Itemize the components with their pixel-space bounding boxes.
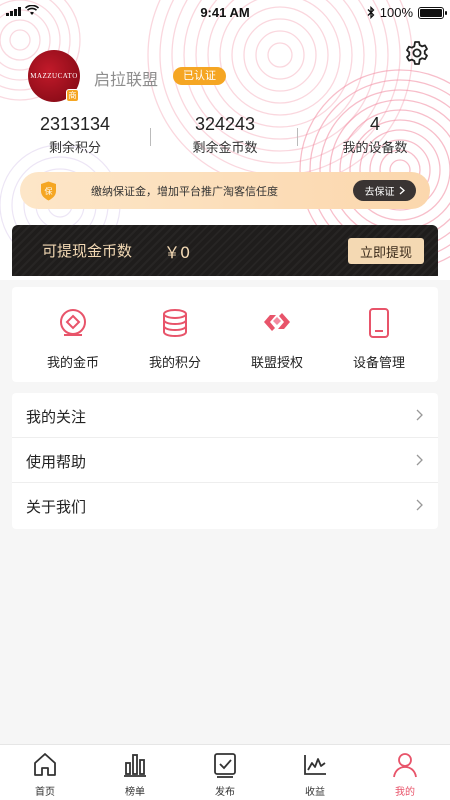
shield-icon-text: 保 — [45, 186, 53, 196]
menu-item-help[interactable]: 使用帮助 — [12, 438, 438, 483]
action-label: 我的积分 — [148, 356, 201, 371]
tab-label: 榜单 — [125, 787, 145, 798]
battery-percent: 100% — [379, 5, 413, 20]
chart-icon — [124, 754, 146, 777]
stat-value: 4 — [369, 114, 380, 134]
action-label: 设备管理 — [352, 356, 405, 371]
bluetooth-icon — [367, 6, 375, 19]
alliance-icon — [264, 313, 290, 331]
settings-gear-icon[interactable] — [404, 40, 430, 66]
menu-item-label: 我的关注 — [26, 408, 87, 426]
withdraw-label: 可提现金币数 — [42, 242, 133, 260]
chevron-right-icon — [416, 499, 423, 511]
go-deposit-button[interactable]: 去保证 — [353, 180, 416, 201]
battery-icon — [418, 6, 447, 19]
stat-label: 剩余金币数 — [192, 141, 258, 156]
go-deposit-label: 去保证 — [364, 187, 395, 198]
tab-ranking[interactable]: 榜单 — [90, 745, 180, 800]
status-bar: 9:41 AM 100% — [0, 0, 450, 26]
menu-item-label: 关于我们 — [26, 498, 87, 516]
profile-name: 启拉联盟 — [94, 70, 159, 89]
action-my-points[interactable]: 我的积分 — [124, 287, 226, 382]
stat-devices[interactable]: 4 我的设备数 — [300, 114, 450, 158]
phone-icon — [369, 308, 389, 338]
menu-item-label: 使用帮助 — [26, 453, 87, 471]
stat-label: 我的设备数 — [342, 141, 408, 156]
tab-label: 首页 — [35, 787, 55, 798]
tab-income[interactable]: 收益 — [270, 745, 360, 800]
action-alliance-auth[interactable]: 联盟授权 — [226, 287, 328, 382]
tab-home[interactable]: 首页 — [0, 745, 90, 800]
action-label: 我的金币 — [46, 356, 99, 371]
withdraw-amount: ￥0 — [164, 243, 191, 262]
withdraw-button[interactable]: 立即提现 — [348, 238, 424, 264]
stat-divider — [150, 128, 151, 146]
tab-label: 收益 — [305, 787, 325, 798]
menu-item-my-follow[interactable]: 我的关注 — [12, 393, 438, 438]
stat-value: 324243 — [194, 114, 256, 134]
withdraw-bar: 可提现金币数 ￥0 立即提现 — [12, 225, 438, 276]
tab-mine[interactable]: 我的 — [360, 745, 450, 800]
action-my-coins[interactable]: 我的金币 — [22, 287, 124, 382]
bottom-tab-bar: 首页 榜单 发布 收益 我的 — [0, 744, 450, 800]
tab-label: 我的 — [395, 787, 415, 798]
chevron-right-icon — [416, 409, 423, 421]
home-icon — [34, 753, 56, 776]
income-icon — [304, 755, 326, 775]
deposit-text: 缴纳保证金，增加平台推广淘客信任度 — [91, 185, 278, 198]
action-device-manage[interactable]: 设备管理 — [328, 287, 430, 382]
coin-icon — [60, 309, 86, 336]
quick-actions: 我的金币 我的积分 联盟授权 设备管理 — [12, 287, 438, 382]
avatar-logo-text: MAZZUCATO — [30, 72, 78, 80]
chevron-right-icon — [399, 186, 405, 195]
menu-item-about[interactable]: 关于我们 — [12, 483, 438, 528]
stats-row: 2313134 剩余积分 324243 剩余金币数 4 我的设备数 — [0, 114, 450, 158]
stat-points[interactable]: 2313134 剩余积分 — [0, 114, 150, 158]
deposit-banner[interactable]: 保 缴纳保证金，增加平台推广淘客信任度 去保证 — [20, 172, 430, 209]
merchant-badge: 商 — [66, 89, 79, 102]
verified-badge: 已认证 — [173, 67, 226, 85]
stat-label: 剩余积分 — [48, 141, 101, 156]
action-label: 联盟授权 — [250, 356, 303, 371]
stat-value: 2313134 — [39, 114, 111, 134]
tab-publish[interactable]: 发布 — [180, 745, 270, 800]
stat-divider — [297, 128, 298, 146]
user-icon — [393, 753, 417, 778]
stat-coins[interactable]: 324243 剩余金币数 — [150, 114, 300, 158]
menu-list: 我的关注 使用帮助 关于我们 — [12, 393, 438, 529]
status-right: 100% — [367, 5, 447, 20]
chevron-right-icon — [416, 454, 423, 466]
publish-icon — [214, 753, 236, 778]
shield-icon: 保 — [41, 181, 56, 201]
database-icon — [163, 309, 187, 338]
tab-label: 发布 — [215, 787, 235, 798]
